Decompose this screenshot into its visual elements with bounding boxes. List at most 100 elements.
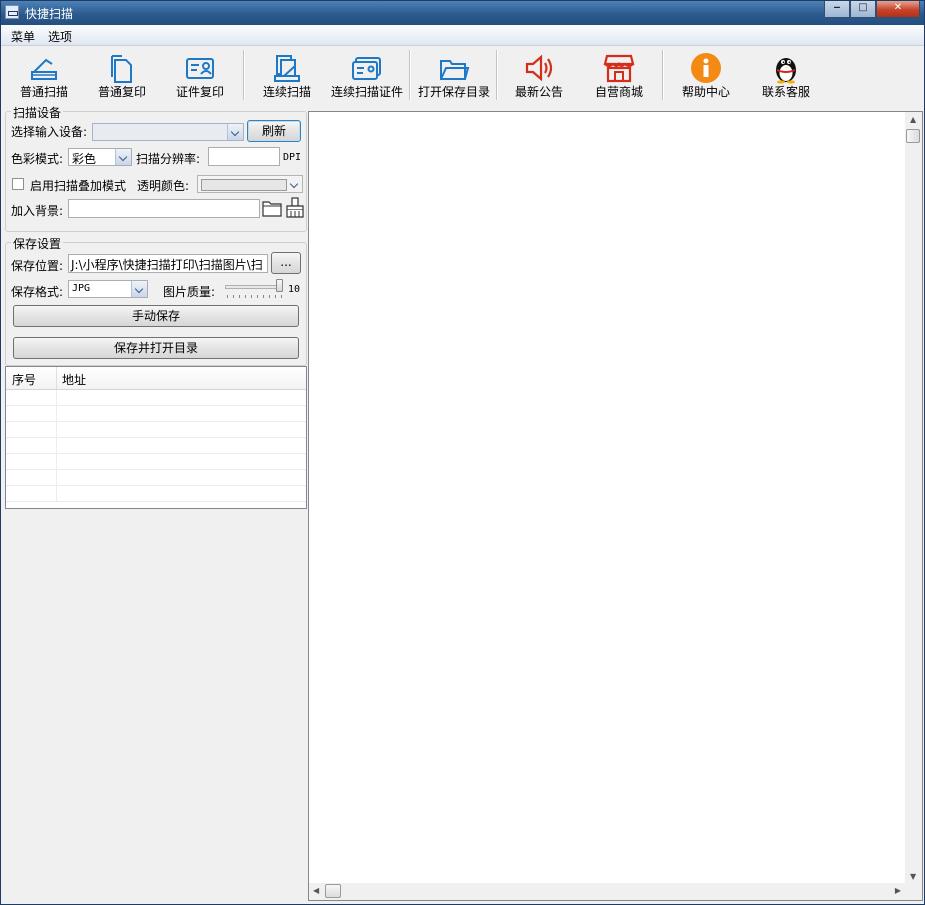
info-icon — [691, 53, 721, 83]
scan-device-group-title: 扫描设备 — [11, 104, 64, 121]
image-quality-slider[interactable] — [225, 279, 285, 299]
scroll-left-icon[interactable]: ◀ — [313, 886, 319, 895]
document-copy-icon — [111, 55, 132, 83]
toolbar-contact-support-button[interactable]: 联系客服 — [753, 46, 819, 104]
toolbar-continuous-id-scan-button[interactable]: 连续扫描证件 — [327, 46, 407, 104]
color-mode-label: 色彩模式: — [11, 152, 64, 166]
color-mode-value: 彩色 — [72, 152, 97, 166]
horizontal-scroll-thumb[interactable] — [325, 884, 341, 898]
main-window: 快捷扫描 ‒ □ ✕ 菜单 选项 普通扫描 普通复印 证件复印 连续扫描 连续扫… — [0, 0, 925, 905]
save-format-value: JPG — [72, 283, 91, 294]
transparent-color-label: 透明颜色: — [137, 179, 190, 193]
file-list-header: 序号 地址 — [6, 367, 306, 390]
toolbar-label: 连续扫描 — [262, 85, 311, 99]
toolbar-label: 帮助中心 — [681, 85, 730, 99]
save-location-input[interactable]: J:\小程序\快捷扫描打印\扫描图片\扫 — [68, 254, 268, 273]
close-button[interactable]: ✕ — [876, 1, 920, 18]
slider-thumb[interactable] — [276, 279, 283, 292]
chevron-down-icon — [227, 124, 243, 140]
toolbar-separator — [409, 50, 411, 100]
minimize-button[interactable]: ‒ — [824, 1, 850, 18]
close-icon: ✕ — [893, 2, 903, 13]
background-label: 加入背景: — [11, 204, 64, 218]
toolbar-store-button[interactable]: 自营商城 — [586, 46, 652, 104]
image-preview-area[interactable]: ▲ ▼ ◀ ▶ — [308, 111, 923, 901]
toolbar: 普通扫描 普通复印 证件复印 连续扫描 连续扫描证件 打开保存目录 最新公告 自… — [1, 46, 924, 106]
toolbar-label: 证件复印 — [175, 85, 224, 99]
toolbar-label: 普通扫描 — [19, 85, 68, 99]
list-item — [6, 390, 306, 406]
toolbar-label: 最新公告 — [514, 85, 563, 99]
save-format-label: 保存格式: — [11, 285, 64, 299]
store-icon — [603, 54, 635, 83]
manual-save-button[interactable]: 手动保存 — [13, 305, 299, 327]
toolbar-label: 普通复印 — [97, 85, 146, 99]
resolution-label: 扫描分辨率: — [136, 152, 201, 166]
input-device-label: 选择输入设备: — [11, 125, 88, 139]
scroll-right-icon[interactable]: ▶ — [895, 886, 901, 895]
toolbar-open-save-folder-button[interactable]: 打开保存目录 — [413, 46, 495, 104]
continuous-scan-icon — [274, 55, 300, 82]
input-device-select[interactable] — [92, 123, 244, 141]
color-mode-select[interactable]: 彩色 — [68, 148, 132, 166]
title-bar[interactable]: 快捷扫描 ‒ □ ✕ — [1, 1, 924, 25]
minimize-icon: ‒ — [833, 2, 841, 13]
list-item — [6, 406, 306, 422]
maximize-button[interactable]: □ — [850, 1, 876, 18]
list-item — [6, 454, 306, 470]
color-swatch — [201, 179, 287, 191]
maximize-icon: □ — [858, 2, 868, 13]
refresh-button[interactable]: 刷新 — [247, 120, 301, 142]
vertical-scrollbar[interactable]: ▲ ▼ — [905, 112, 922, 884]
image-quality-label: 图片质量: — [163, 285, 216, 299]
list-item — [6, 438, 306, 454]
column-header-address[interactable]: 地址 — [62, 371, 86, 388]
toolbar-separator — [496, 50, 498, 100]
background-input[interactable] — [68, 199, 260, 218]
column-divider — [56, 367, 57, 389]
toolbar-id-copy-button[interactable]: 证件复印 — [167, 46, 233, 104]
scrollbar-corner — [905, 883, 922, 900]
save-format-select[interactable]: JPG — [68, 280, 148, 298]
chevron-down-icon — [131, 281, 147, 297]
file-list-rows — [6, 390, 306, 502]
overlay-mode-label: 启用扫描叠加模式 — [30, 179, 127, 193]
resolution-input[interactable] — [208, 147, 280, 166]
save-and-open-button[interactable]: 保存并打开目录 — [13, 337, 299, 359]
folder-icon[interactable] — [262, 199, 282, 217]
brush-clear-icon[interactable] — [285, 197, 305, 218]
toolbar-normal-scan-button[interactable]: 普通扫描 — [11, 46, 77, 104]
vertical-scroll-thumb[interactable] — [906, 129, 920, 143]
toolbar-announcement-button[interactable]: 最新公告 — [506, 46, 572, 104]
toolbar-label: 自营商城 — [594, 85, 643, 99]
scroll-down-icon[interactable]: ▼ — [910, 872, 916, 881]
chevron-down-icon — [115, 149, 131, 165]
horizontal-scrollbar[interactable]: ◀ ▶ — [309, 883, 905, 900]
transparent-color-select[interactable] — [197, 175, 303, 193]
id-card-scan-icon — [352, 57, 381, 80]
toolbar-continuous-scan-button[interactable]: 连续扫描 — [255, 46, 319, 104]
browse-button[interactable]: ... — [271, 252, 301, 274]
toolbar-help-button[interactable]: 帮助中心 — [673, 46, 739, 104]
scroll-up-icon[interactable]: ▲ — [910, 115, 916, 124]
speaker-icon — [525, 54, 553, 82]
list-item — [6, 470, 306, 486]
app-scanner-icon — [5, 5, 19, 19]
column-header-index[interactable]: 序号 — [12, 371, 36, 388]
window-title: 快捷扫描 — [25, 7, 74, 21]
toolbar-normal-copy-button[interactable]: 普通复印 — [89, 46, 155, 104]
slider-track — [225, 285, 283, 289]
list-item — [6, 422, 306, 438]
menu-item-menu[interactable]: 菜单 — [11, 28, 35, 45]
overlay-mode-checkbox[interactable] — [12, 178, 24, 190]
chevron-down-icon — [287, 176, 302, 192]
folder-open-icon — [440, 60, 470, 80]
file-list[interactable]: 序号 地址 — [5, 366, 307, 509]
list-item — [6, 486, 306, 502]
toolbar-label: 打开保存目录 — [417, 85, 490, 99]
image-quality-value: 10 — [288, 284, 301, 295]
menu-item-options[interactable]: 选项 — [48, 28, 72, 45]
toolbar-separator — [662, 50, 664, 100]
menu-bar: 菜单 选项 — [1, 25, 924, 46]
save-settings-group-title: 保存设置 — [11, 235, 64, 252]
